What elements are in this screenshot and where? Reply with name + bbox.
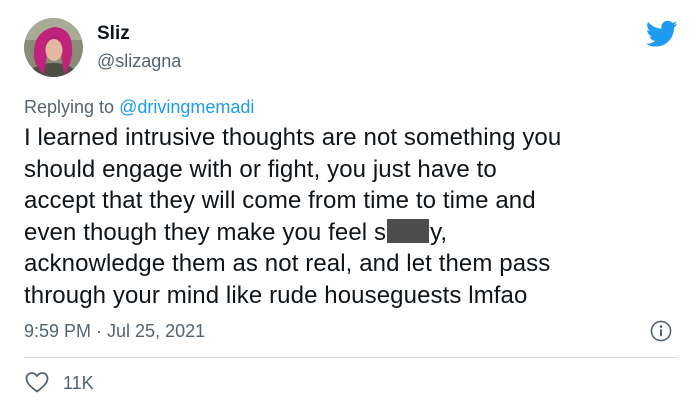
tweet-line-segment: even though they make you feel s: [24, 218, 387, 246]
twitter-bird-icon[interactable]: [645, 20, 678, 48]
avatar[interactable]: [24, 18, 83, 77]
tweet-card: Sliz @slizagna Replying to @drivingmemad…: [0, 0, 700, 411]
replying-to-label: Replying to: [24, 97, 120, 117]
divider: [24, 357, 677, 358]
tweet-timestamp[interactable]: 9:59 PM · Jul 25, 2021: [24, 320, 205, 342]
like-count[interactable]: 11K: [63, 372, 94, 394]
tweet-line: even though they make you feel s y,: [24, 217, 684, 249]
reply-mention-link[interactable]: @drivingmemadi: [119, 97, 254, 117]
censor-bar: [387, 218, 430, 243]
tweet-line: through your mind like rude houseguests …: [24, 281, 528, 309]
display-name[interactable]: Sliz: [97, 23, 130, 45]
tweet-line-segment: y,: [430, 218, 448, 246]
heart-icon[interactable]: [24, 370, 50, 394]
replying-to: Replying to @drivingmemadi: [24, 96, 254, 118]
tweet-text: I learned intrusive thoughts are not som…: [24, 122, 684, 311]
tweet-line: acknowledge them as not real, and let th…: [24, 250, 551, 277]
tweet-line: should engage with or fight, you just ha…: [24, 155, 497, 183]
user-handle[interactable]: @slizagna: [97, 50, 181, 72]
tweet-line: accept that they will come from time to …: [24, 187, 536, 214]
avatar-image: [24, 18, 83, 77]
info-icon[interactable]: [650, 320, 672, 342]
tweet-line: I learned intrusive thoughts are not som…: [24, 124, 562, 151]
